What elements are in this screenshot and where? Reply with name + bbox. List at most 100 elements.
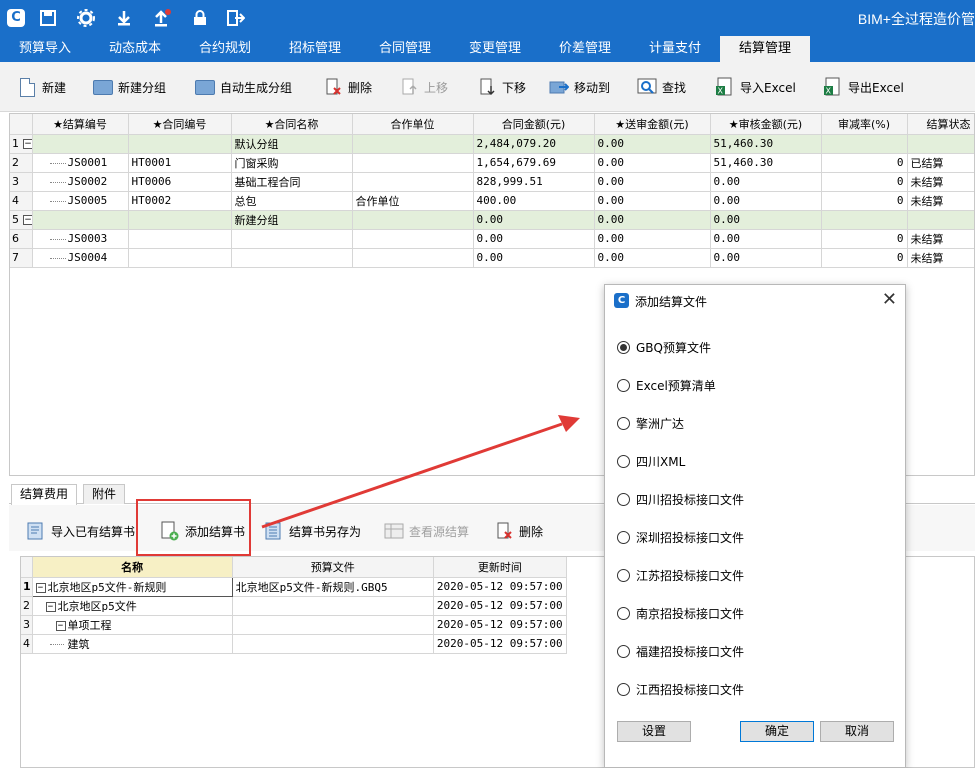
cell-status[interactable]: 未结算 bbox=[907, 172, 974, 192]
cell-audited[interactable]: 0.00 bbox=[710, 248, 822, 268]
table-row[interactable]: 4 JS0005 HT0002 总包 合作单位 400.00 0.00 0.00 0 未结算 bbox=[10, 191, 974, 211]
cell-name[interactable]: 总包 bbox=[231, 191, 353, 211]
cell-amount[interactable]: 828,999.51 bbox=[473, 172, 595, 192]
cell-audited[interactable]: 51,460.30 bbox=[710, 134, 822, 154]
cell-time[interactable]: 2020-05-12 09:57:00 bbox=[433, 615, 568, 635]
cell-code[interactable]: JS0003 bbox=[32, 229, 129, 249]
group-row[interactable]: 5− 新建分组 0.00 0.00 0.00 bbox=[10, 210, 974, 230]
cell-amount[interactable]: 2,484,079.20 bbox=[473, 134, 595, 154]
auto-group-button[interactable]: 自动生成分组 bbox=[194, 75, 292, 99]
cell-rate[interactable] bbox=[821, 134, 908, 154]
tab-attachments[interactable]: 附件 bbox=[83, 484, 126, 504]
upload-icon[interactable] bbox=[152, 8, 172, 28]
cell-name[interactable]: 建筑 bbox=[32, 634, 233, 654]
collapse-icon[interactable]: − bbox=[23, 139, 31, 149]
cell-audited[interactable]: 51,460.30 bbox=[710, 153, 822, 173]
col-header-name[interactable]: 名称 bbox=[32, 557, 233, 578]
radio-option[interactable]: 江西招投标接口文件 bbox=[617, 679, 744, 699]
tab-contract-management[interactable]: 合同管理 bbox=[360, 36, 450, 62]
cell-contract[interactable] bbox=[128, 248, 232, 268]
cell-rate[interactable]: 0 bbox=[821, 172, 908, 192]
col-header-reduction-rate[interactable]: 审减率(%) bbox=[821, 114, 908, 135]
cell-submitted[interactable]: 0.00 bbox=[594, 191, 711, 211]
cell-audited[interactable]: 0.00 bbox=[710, 191, 822, 211]
cell-partner[interactable] bbox=[352, 134, 474, 154]
cell-amount[interactable]: 0.00 bbox=[473, 248, 595, 268]
table-row[interactable]: 1− 北京地区p5文件-新规则 北京地区p5文件-新规则.GBQ5 2020-05-1… bbox=[21, 576, 568, 597]
col-header-submitted-amount[interactable]: ★送审金额(元) bbox=[594, 114, 711, 135]
tab-contract-planning[interactable]: 合约规划 bbox=[180, 36, 270, 62]
close-icon[interactable]: ✕ bbox=[882, 289, 897, 310]
cell-time[interactable]: 2020-05-12 09:57:00 bbox=[433, 577, 568, 597]
cell-partner[interactable] bbox=[352, 248, 474, 268]
cell-status[interactable]: 已结算 bbox=[907, 153, 974, 173]
col-header-audited-amount[interactable]: ★审核金额(元) bbox=[710, 114, 822, 135]
cell-file[interactable] bbox=[232, 615, 434, 635]
save-icon[interactable] bbox=[38, 8, 58, 28]
ok-button[interactable]: 确定 bbox=[740, 721, 814, 742]
table-row[interactable]: 6 JS0003 0.00 0.00 0.00 0 未结算 bbox=[10, 229, 974, 249]
radio-option[interactable]: 四川XML bbox=[617, 451, 685, 471]
cell-time[interactable]: 2020-05-12 09:57:00 bbox=[433, 596, 568, 616]
radio-option[interactable]: 擎洲广达 bbox=[617, 413, 684, 433]
cell-audited[interactable]: 0.00 bbox=[710, 229, 822, 249]
radio-button[interactable] bbox=[617, 492, 630, 506]
collapse-icon[interactable]: − bbox=[23, 215, 31, 225]
find-button[interactable]: 查找 bbox=[636, 75, 686, 99]
radio-button[interactable] bbox=[617, 454, 630, 468]
radio-option[interactable]: 深圳招投标接口文件 bbox=[617, 527, 744, 547]
import-existing-button[interactable]: 导入已有结算书 bbox=[25, 519, 135, 543]
cell-submitted[interactable]: 0.00 bbox=[594, 210, 711, 230]
radio-button[interactable] bbox=[617, 606, 630, 620]
table-row[interactable]: 7 JS0004 0.00 0.00 0.00 0 未结算 bbox=[10, 248, 974, 268]
cell-code[interactable]: JS0001 bbox=[32, 153, 129, 173]
new-group-button[interactable]: 新建分组 bbox=[92, 75, 166, 99]
cell-code[interactable]: JS0005 bbox=[32, 191, 129, 211]
cell-partner[interactable] bbox=[352, 153, 474, 173]
cell-status[interactable] bbox=[907, 134, 974, 154]
cell-partner[interactable] bbox=[352, 172, 474, 192]
move-up-button[interactable]: 上移 bbox=[398, 75, 448, 99]
radio-button[interactable] bbox=[617, 568, 630, 582]
cell-rate[interactable]: 0 bbox=[821, 153, 908, 173]
table-row[interactable]: 3 JS0002 HT0006 基础工程合同 828,999.51 0.00 0.00 0 未结… bbox=[10, 172, 974, 192]
cell-contract[interactable] bbox=[128, 210, 232, 230]
radio-button[interactable] bbox=[617, 530, 630, 544]
collapse-icon[interactable]: − bbox=[45, 601, 56, 612]
cell-status[interactable]: 未结算 bbox=[907, 248, 974, 268]
save-as-button[interactable]: 结算书另存为 bbox=[263, 519, 361, 543]
radio-option[interactable]: GBQ预算文件 bbox=[617, 337, 711, 357]
gear-icon[interactable] bbox=[76, 8, 96, 28]
radio-button[interactable] bbox=[617, 644, 630, 658]
radio-option[interactable]: 南京招投标接口文件 bbox=[617, 603, 744, 623]
cell-rate[interactable]: 0 bbox=[821, 248, 908, 268]
cell-status[interactable] bbox=[907, 210, 974, 230]
cell-audited[interactable]: 0.00 bbox=[710, 210, 822, 230]
cell-code[interactable]: JS0002 bbox=[32, 172, 129, 192]
table-row[interactable]: 2− 北京地区p5文件 2020-05-12 09:57:00 bbox=[21, 596, 568, 616]
cell-name[interactable]: 基础工程合同 bbox=[231, 172, 353, 192]
cell-contract[interactable]: HT0002 bbox=[128, 191, 232, 211]
cell-time[interactable]: 2020-05-12 09:57:00 bbox=[433, 634, 568, 654]
tab-payment[interactable]: 计量支付 bbox=[630, 36, 720, 62]
radio-option[interactable]: Excel预算清单 bbox=[617, 375, 716, 395]
collapse-icon[interactable]: − bbox=[35, 582, 46, 593]
col-header-update-time[interactable]: 更新时间 bbox=[433, 557, 568, 578]
lock-icon[interactable] bbox=[190, 8, 210, 28]
tab-dynamic-cost[interactable]: 动态成本 bbox=[90, 36, 180, 62]
col-header-contract-amount[interactable]: 合同金额(元) bbox=[473, 114, 595, 135]
cell-file[interactable] bbox=[232, 634, 434, 654]
cell-submitted[interactable]: 0.00 bbox=[594, 229, 711, 249]
cell-name[interactable]: 默认分组 bbox=[231, 134, 353, 154]
cell-partner[interactable] bbox=[352, 210, 474, 230]
cell-submitted[interactable]: 0.00 bbox=[594, 134, 711, 154]
cell-rate[interactable]: 0 bbox=[821, 191, 908, 211]
cell-contract[interactable] bbox=[128, 229, 232, 249]
tab-settlement-fees[interactable]: 结算费用 bbox=[11, 484, 78, 505]
cell-code[interactable] bbox=[32, 210, 129, 230]
cell-submitted[interactable]: 0.00 bbox=[594, 172, 711, 192]
tab-bidding[interactable]: 招标管理 bbox=[270, 36, 360, 62]
col-header-partner[interactable]: 合作单位 bbox=[352, 114, 474, 135]
cell-contract[interactable]: HT0001 bbox=[128, 153, 232, 173]
cell-amount[interactable]: 0.00 bbox=[473, 229, 595, 249]
